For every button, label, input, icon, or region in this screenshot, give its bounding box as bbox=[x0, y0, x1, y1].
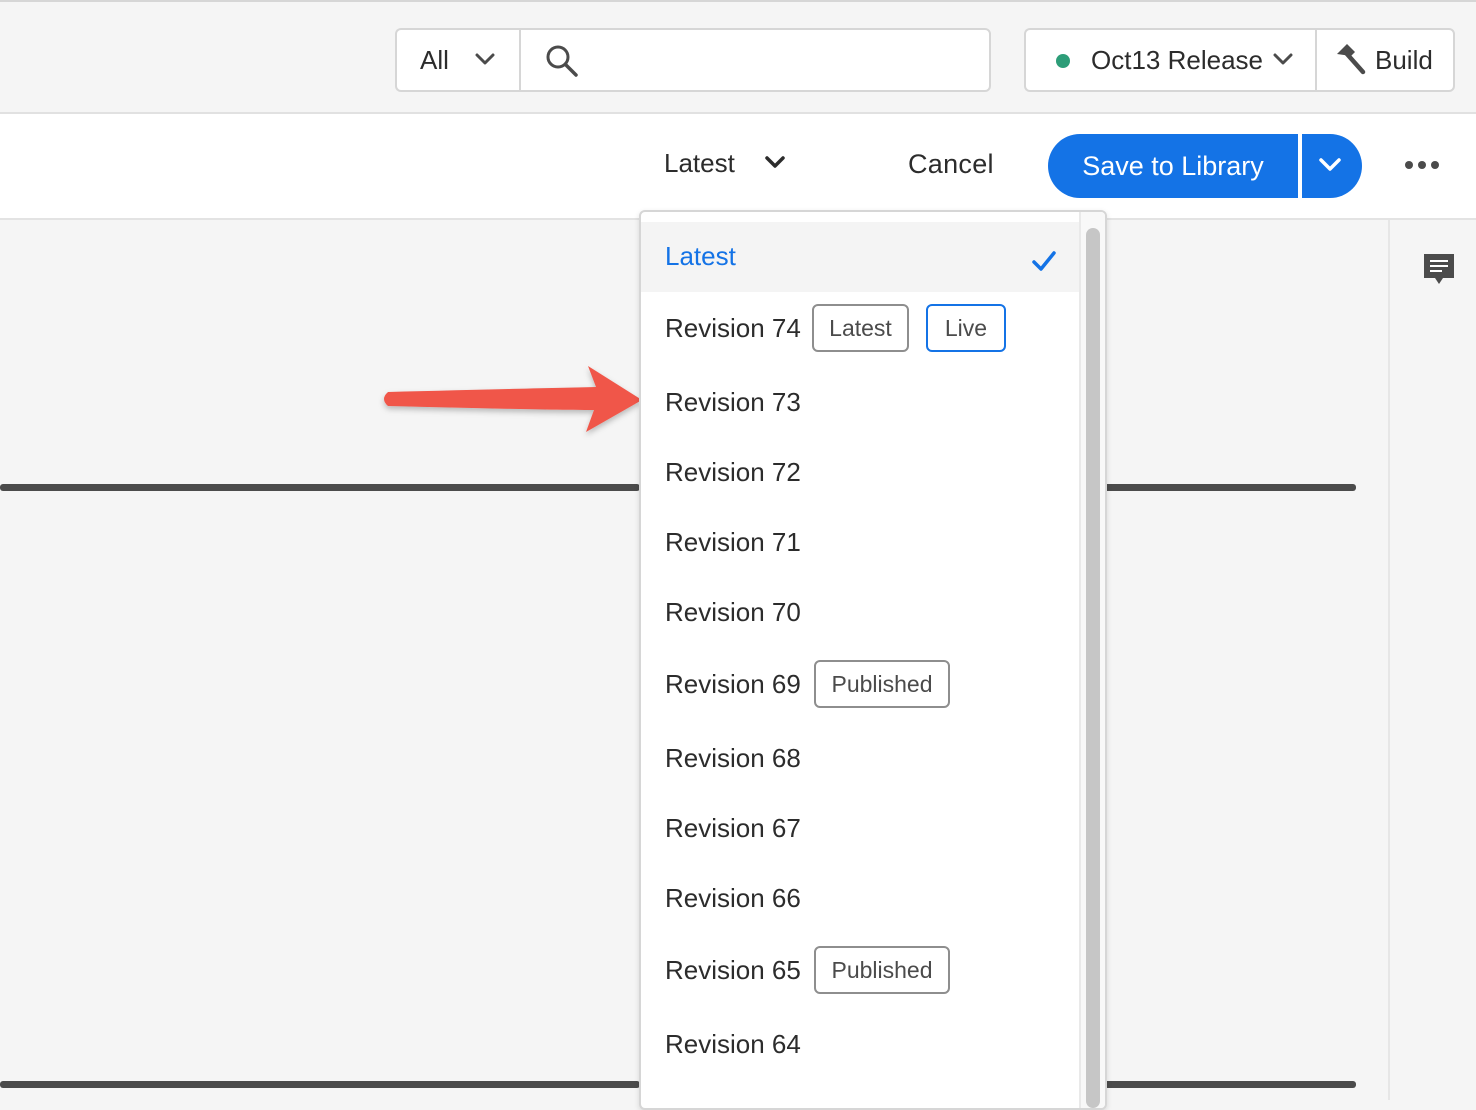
live-tag: Live bbox=[926, 304, 1006, 352]
menu-scrollbar-thumb[interactable] bbox=[1086, 228, 1100, 1108]
divider-line bbox=[0, 484, 640, 491]
more-options-icon[interactable] bbox=[1404, 158, 1440, 172]
menu-item-revision-73[interactable]: Revision 73 bbox=[641, 368, 1079, 438]
menu-item-latest[interactable]: Latest bbox=[641, 222, 1079, 292]
menu-item-revision-70[interactable]: Revision 70 bbox=[641, 578, 1079, 648]
menu-item-label: Revision 72 bbox=[665, 457, 801, 487]
published-tag: Published bbox=[814, 946, 950, 994]
chevron-down-icon bbox=[1319, 158, 1341, 171]
menu-item-label: Revision 67 bbox=[665, 813, 801, 843]
latest-tag: Latest bbox=[812, 304, 909, 352]
menu-item-label: Revision 70 bbox=[665, 597, 801, 627]
divider-line bbox=[0, 1081, 640, 1088]
menu-item-revision-72[interactable]: Revision 72 bbox=[641, 438, 1079, 508]
divider-line bbox=[1104, 484, 1356, 491]
search-scope-select[interactable]: All bbox=[395, 28, 519, 92]
divider-line bbox=[1104, 1081, 1356, 1088]
menu-item-label: Revision 66 bbox=[665, 883, 801, 913]
build-label: Build bbox=[1375, 45, 1433, 75]
menu-item-revision-69[interactable]: Revision 69 Published bbox=[641, 650, 1079, 720]
menu-item-label: Revision 71 bbox=[665, 527, 801, 557]
release-select[interactable]: Oct13 Release bbox=[1024, 28, 1315, 92]
menu-item-revision-64[interactable]: Revision 64 bbox=[641, 1010, 1079, 1080]
menu-item-label: Revision 65 bbox=[665, 955, 801, 985]
search-field[interactable] bbox=[519, 28, 991, 92]
revision-menu: Latest Revision 74 Latest Live Revision … bbox=[639, 210, 1107, 1110]
published-tag: Published bbox=[814, 660, 950, 708]
menu-item-label: Revision 68 bbox=[665, 743, 801, 773]
save-to-library-button[interactable]: Save to Library bbox=[1048, 134, 1298, 198]
search-input[interactable] bbox=[591, 38, 981, 82]
search-icon bbox=[546, 45, 578, 77]
version-picker[interactable]: Latest bbox=[664, 148, 804, 188]
menu-item-revision-66[interactable]: Revision 66 bbox=[641, 864, 1079, 934]
search-scope-label: All bbox=[420, 44, 449, 75]
comment-icon[interactable] bbox=[1422, 252, 1456, 288]
top-bar: All Oct13 Release Build bbox=[0, 0, 1476, 114]
menu-item-revision-67[interactable]: Revision 67 bbox=[641, 794, 1079, 864]
right-rail bbox=[1388, 220, 1476, 1100]
menu-item-revision-71[interactable]: Revision 71 bbox=[641, 508, 1079, 578]
annotation-arrow bbox=[384, 366, 642, 432]
chevron-down-icon bbox=[475, 53, 495, 65]
action-bar: Latest Cancel Save to Library bbox=[0, 114, 1476, 220]
checkmark-icon bbox=[1032, 251, 1056, 271]
save-options-button[interactable] bbox=[1302, 134, 1362, 198]
cancel-button[interactable]: Cancel bbox=[908, 149, 994, 180]
release-label: Oct13 Release bbox=[1091, 45, 1263, 75]
version-picker-label: Latest bbox=[664, 148, 735, 178]
menu-item-label: Revision 69 bbox=[665, 669, 801, 699]
menu-item-revision-74[interactable]: Revision 74 Latest Live bbox=[641, 294, 1079, 364]
release-status-dot bbox=[1056, 54, 1070, 68]
menu-item-revision-65[interactable]: Revision 65 Published bbox=[641, 936, 1079, 1006]
menu-item-label: Revision 64 bbox=[665, 1029, 801, 1059]
build-button[interactable]: Build bbox=[1315, 28, 1455, 92]
menu-item-label: Latest bbox=[665, 241, 736, 271]
menu-item-label: Revision 74 bbox=[665, 313, 801, 343]
chevron-down-icon bbox=[1273, 53, 1293, 65]
hammer-icon bbox=[1337, 44, 1366, 75]
menu-item-revision-68[interactable]: Revision 68 bbox=[641, 724, 1079, 794]
chevron-down-icon bbox=[765, 156, 785, 168]
menu-item-label: Revision 73 bbox=[665, 387, 801, 417]
